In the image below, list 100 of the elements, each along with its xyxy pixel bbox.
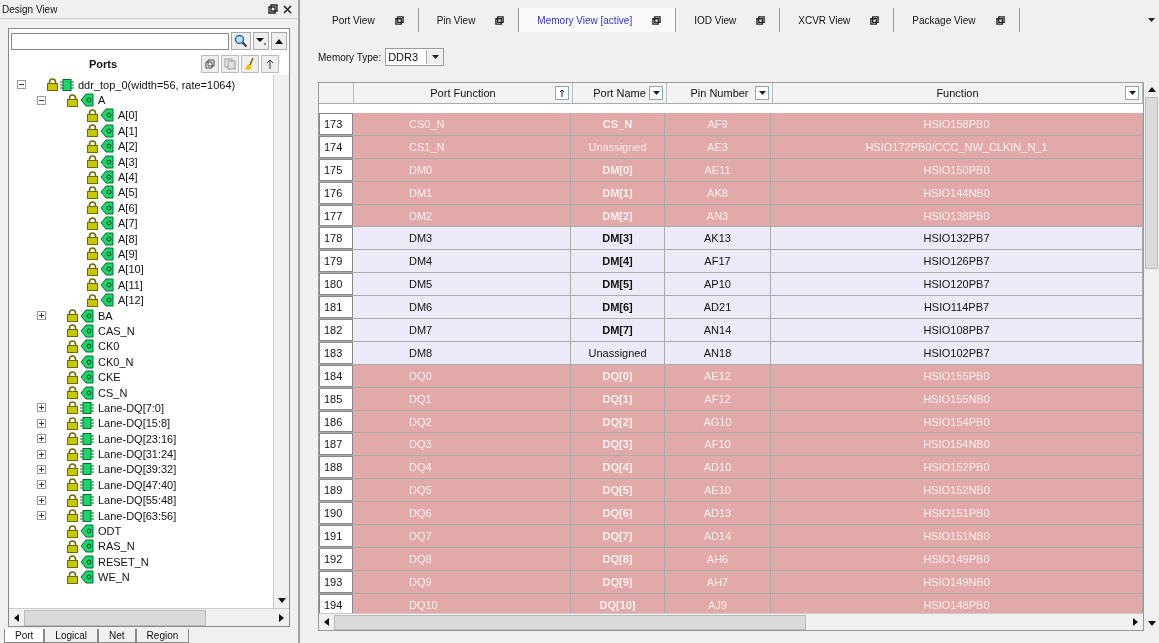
table-row[interactable]: 188 DQ4 DQ[4] AD10 HSIO152PB0 [319, 456, 1143, 480]
table-row[interactable]: 187 DQ3 DQ[3] AF10 HSIO154NB0 [319, 433, 1143, 457]
column-header[interactable]: Port Name [573, 83, 667, 103]
tree-item[interactable]: RAS_N [98, 540, 135, 553]
tree-item[interactable]: WE_N [98, 571, 130, 584]
float-icon[interactable] [268, 4, 278, 14]
tab[interactable]: Memory View [active] [519, 8, 677, 32]
tree-item[interactable]: A[12] [118, 294, 144, 307]
tree-item[interactable]: Lane-DQ[63:56] [98, 509, 177, 522]
collapse-icon[interactable] [37, 95, 46, 105]
float-button[interactable] [201, 55, 219, 73]
tree-item[interactable]: Lane-DQ[31:24] [98, 448, 177, 461]
table-row[interactable]: 178 DM3 DM[3] AK13 HSIO132PB7 [319, 227, 1143, 251]
memory-type-dropdown[interactable]: DDR3 [385, 48, 445, 66]
tree-item[interactable]: A[5] [118, 186, 138, 199]
tree-item[interactable]: ddr_top_0(width=56, rate=1064) [78, 78, 236, 91]
table-row[interactable]: 191 DQ7 DQ[7] AD14 HSIO151NB0 [319, 525, 1143, 548]
tree-item[interactable]: Lane-DQ[23:16] [98, 432, 177, 445]
table-row[interactable]: 190 DQ6 DQ[6] AD13 HSIO151PB0 [319, 502, 1143, 526]
tab[interactable]: Logical [44, 629, 99, 643]
lock-icon [87, 216, 98, 230]
table-row[interactable]: 193 DQ9 DQ[9] AH7 HSIO149NB0 [319, 570, 1143, 594]
table-row[interactable]: 184 DQ0 DQ[0] AE12 HSIO155PB0 [319, 364, 1143, 388]
table-row[interactable]: 192 DQ8 DQ[8] AH6 HSIO149PB0 [319, 547, 1143, 571]
scroll-thumb[interactable] [1145, 97, 1158, 269]
table-cell: DQ[8] [571, 547, 665, 570]
tab[interactable]: Port [4, 629, 45, 643]
tree-item[interactable]: CKE [98, 371, 121, 384]
table-row[interactable]: 189 DQ5 DQ[5] AE10 HSIO152NB0 [319, 479, 1143, 503]
expand-icon[interactable] [37, 511, 46, 521]
port-icon [80, 323, 94, 338]
port-icon [80, 524, 94, 538]
expand-icon[interactable] [37, 464, 46, 474]
table-row[interactable]: 173 CS0_N CS_N AF9 HSIO158PB0 [319, 113, 1143, 136]
tree-item[interactable]: A[6] [118, 201, 138, 214]
close-icon[interactable] [283, 4, 292, 14]
column-header[interactable]: Pin Number [667, 83, 773, 103]
tree-item[interactable]: CS_N [98, 386, 128, 399]
expand-icon[interactable] [37, 311, 46, 321]
table-cell: AD10 [665, 456, 771, 479]
expand-icon[interactable] [37, 480, 46, 490]
caret-icon[interactable] [1148, 18, 1155, 22]
table-row[interactable]: 181 DM6 DM[6] AD21 HSIO114PB7 [319, 296, 1143, 319]
collapse-icon[interactable] [17, 80, 26, 90]
expand-icon[interactable] [37, 434, 46, 444]
tree-item[interactable]: A[7] [118, 217, 138, 230]
scroll-thumb[interactable] [334, 614, 806, 630]
table-row[interactable]: 174 CS1_N Unassigned AE3 HSIO172PB0/CCC_NW_CLKIN_N_1 [319, 135, 1143, 159]
column-header[interactable]: Function [773, 83, 1143, 103]
tree-item[interactable]: ODT [98, 525, 122, 537]
table-row[interactable]: 175 DM0 DM[0] AE11 HSIO150PB0 [319, 158, 1143, 182]
table-row[interactable]: 179 DM4 DM[4] AF17 HSIO126PB7 [319, 250, 1143, 274]
expand-icon[interactable] [37, 403, 46, 413]
table-row[interactable]: 176 DM1 DM[1] AK8 HSIO144NB0 [319, 181, 1143, 205]
table-row[interactable]: 186 DQ2 DQ[2] AG10 HSIO154PB0 [319, 410, 1143, 434]
table-row[interactable]: 182 DM7 DM[7] AN14 HSIO108PB7 [319, 319, 1143, 342]
tree-item[interactable]: Lane-DQ[7:0] [98, 401, 165, 414]
clear-button[interactable] [241, 55, 259, 73]
scroll-up-button[interactable] [271, 32, 287, 50]
tree-item[interactable]: A[8] [118, 232, 138, 245]
tree-item[interactable]: CK0 [98, 340, 120, 353]
tab[interactable]: Region [135, 629, 190, 643]
search-field[interactable] [11, 32, 229, 50]
expand-icon[interactable] [37, 418, 46, 428]
table-row[interactable]: 177 DM2 DM[2] AN3 HSIO138PB0 [319, 204, 1143, 228]
tree-item[interactable]: Lane-DQ[55:48] [98, 494, 177, 507]
table-cell: DQ[4] [571, 456, 665, 479]
tree-item[interactable]: A[2] [118, 140, 138, 153]
table-row[interactable]: 180 DM5 DM[5] AP10 HSIO120PB7 [319, 273, 1143, 297]
tree-item[interactable]: CAS_N [98, 324, 135, 337]
tree-item[interactable]: A[9] [118, 248, 138, 260]
column-header[interactable]: Port Function [354, 83, 573, 103]
table-row[interactable]: 185 DQ1 DQ[1] AF12 HSIO155NB0 [319, 387, 1143, 411]
tree-item[interactable]: RESET_N [98, 555, 149, 568]
tree-item[interactable]: A[10] [118, 263, 144, 276]
copy-icon [224, 58, 236, 70]
tree-item[interactable]: BA [98, 309, 113, 322]
search-button[interactable] [231, 32, 251, 50]
table-row[interactable]: 194 DQ10 DQ[10] AJ9 HSIO148PB0 [319, 593, 1143, 613]
expand-icon[interactable] [37, 495, 46, 505]
scroll-thumb[interactable] [24, 609, 206, 626]
port-icon [100, 216, 114, 231]
table-cell: HSIO154NB0 [771, 433, 1143, 456]
tree-item[interactable]: A[3] [118, 155, 138, 168]
expand-icon[interactable] [37, 449, 46, 459]
tree-item[interactable]: CK0_N [98, 355, 134, 368]
tree-item[interactable]: A [98, 94, 106, 107]
table-cell: DQ9 [353, 570, 571, 593]
lock-icon [87, 170, 98, 184]
table-row[interactable]: 183 DM8 Unassigned AN18 HSIO102PB7 [319, 341, 1143, 365]
tree-item[interactable]: Lane-DQ[47:40] [98, 478, 177, 491]
dropdown-button[interactable] [253, 32, 269, 50]
tab[interactable]: Net [98, 629, 136, 643]
tree-item[interactable]: A[0] [118, 109, 138, 122]
tree-item[interactable]: Lane-DQ[15:8] [98, 417, 171, 430]
tree-item[interactable]: Lane-DQ[39:32] [98, 463, 177, 476]
tree-item[interactable]: A[11] [118, 278, 143, 291]
tree-item[interactable]: A[4] [118, 171, 138, 184]
tree-item[interactable]: A[1] [118, 124, 138, 137]
sort-button[interactable] [261, 55, 279, 73]
